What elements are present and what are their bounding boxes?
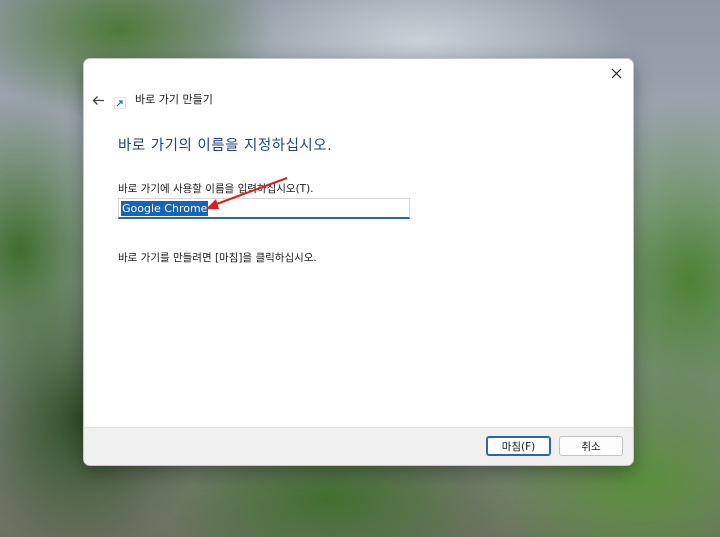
shortcut-name-label: 바로 가기에 사용할 이름을 입력하십시오(T). [118, 183, 314, 195]
close-icon [611, 68, 621, 78]
back-button[interactable] [89, 91, 107, 109]
back-arrow-icon [92, 95, 104, 105]
finish-button[interactable]: 마침(F) [486, 436, 551, 456]
create-shortcut-dialog: 바로 가기 만들기 바로 가기의 이름을 지정하십시오. 바로 가기에 사용할 … [83, 58, 634, 466]
page-heading: 바로 가기의 이름을 지정하십시오. [118, 138, 333, 154]
cancel-button[interactable]: 취소 [559, 436, 623, 456]
finish-instruction: 바로 가기를 만들려면 [마침]을 클릭하십시오. [118, 252, 317, 264]
dialog-title: 바로 가기 만들기 [135, 93, 213, 106]
close-button[interactable] [607, 64, 625, 82]
shortcut-arrow-icon [114, 97, 126, 109]
dialog-footer: 마침(F) 취소 [84, 427, 633, 465]
shortcut-name-input[interactable]: Google Chrome [118, 198, 410, 219]
shortcut-name-selected-text: Google Chrome [121, 201, 209, 216]
